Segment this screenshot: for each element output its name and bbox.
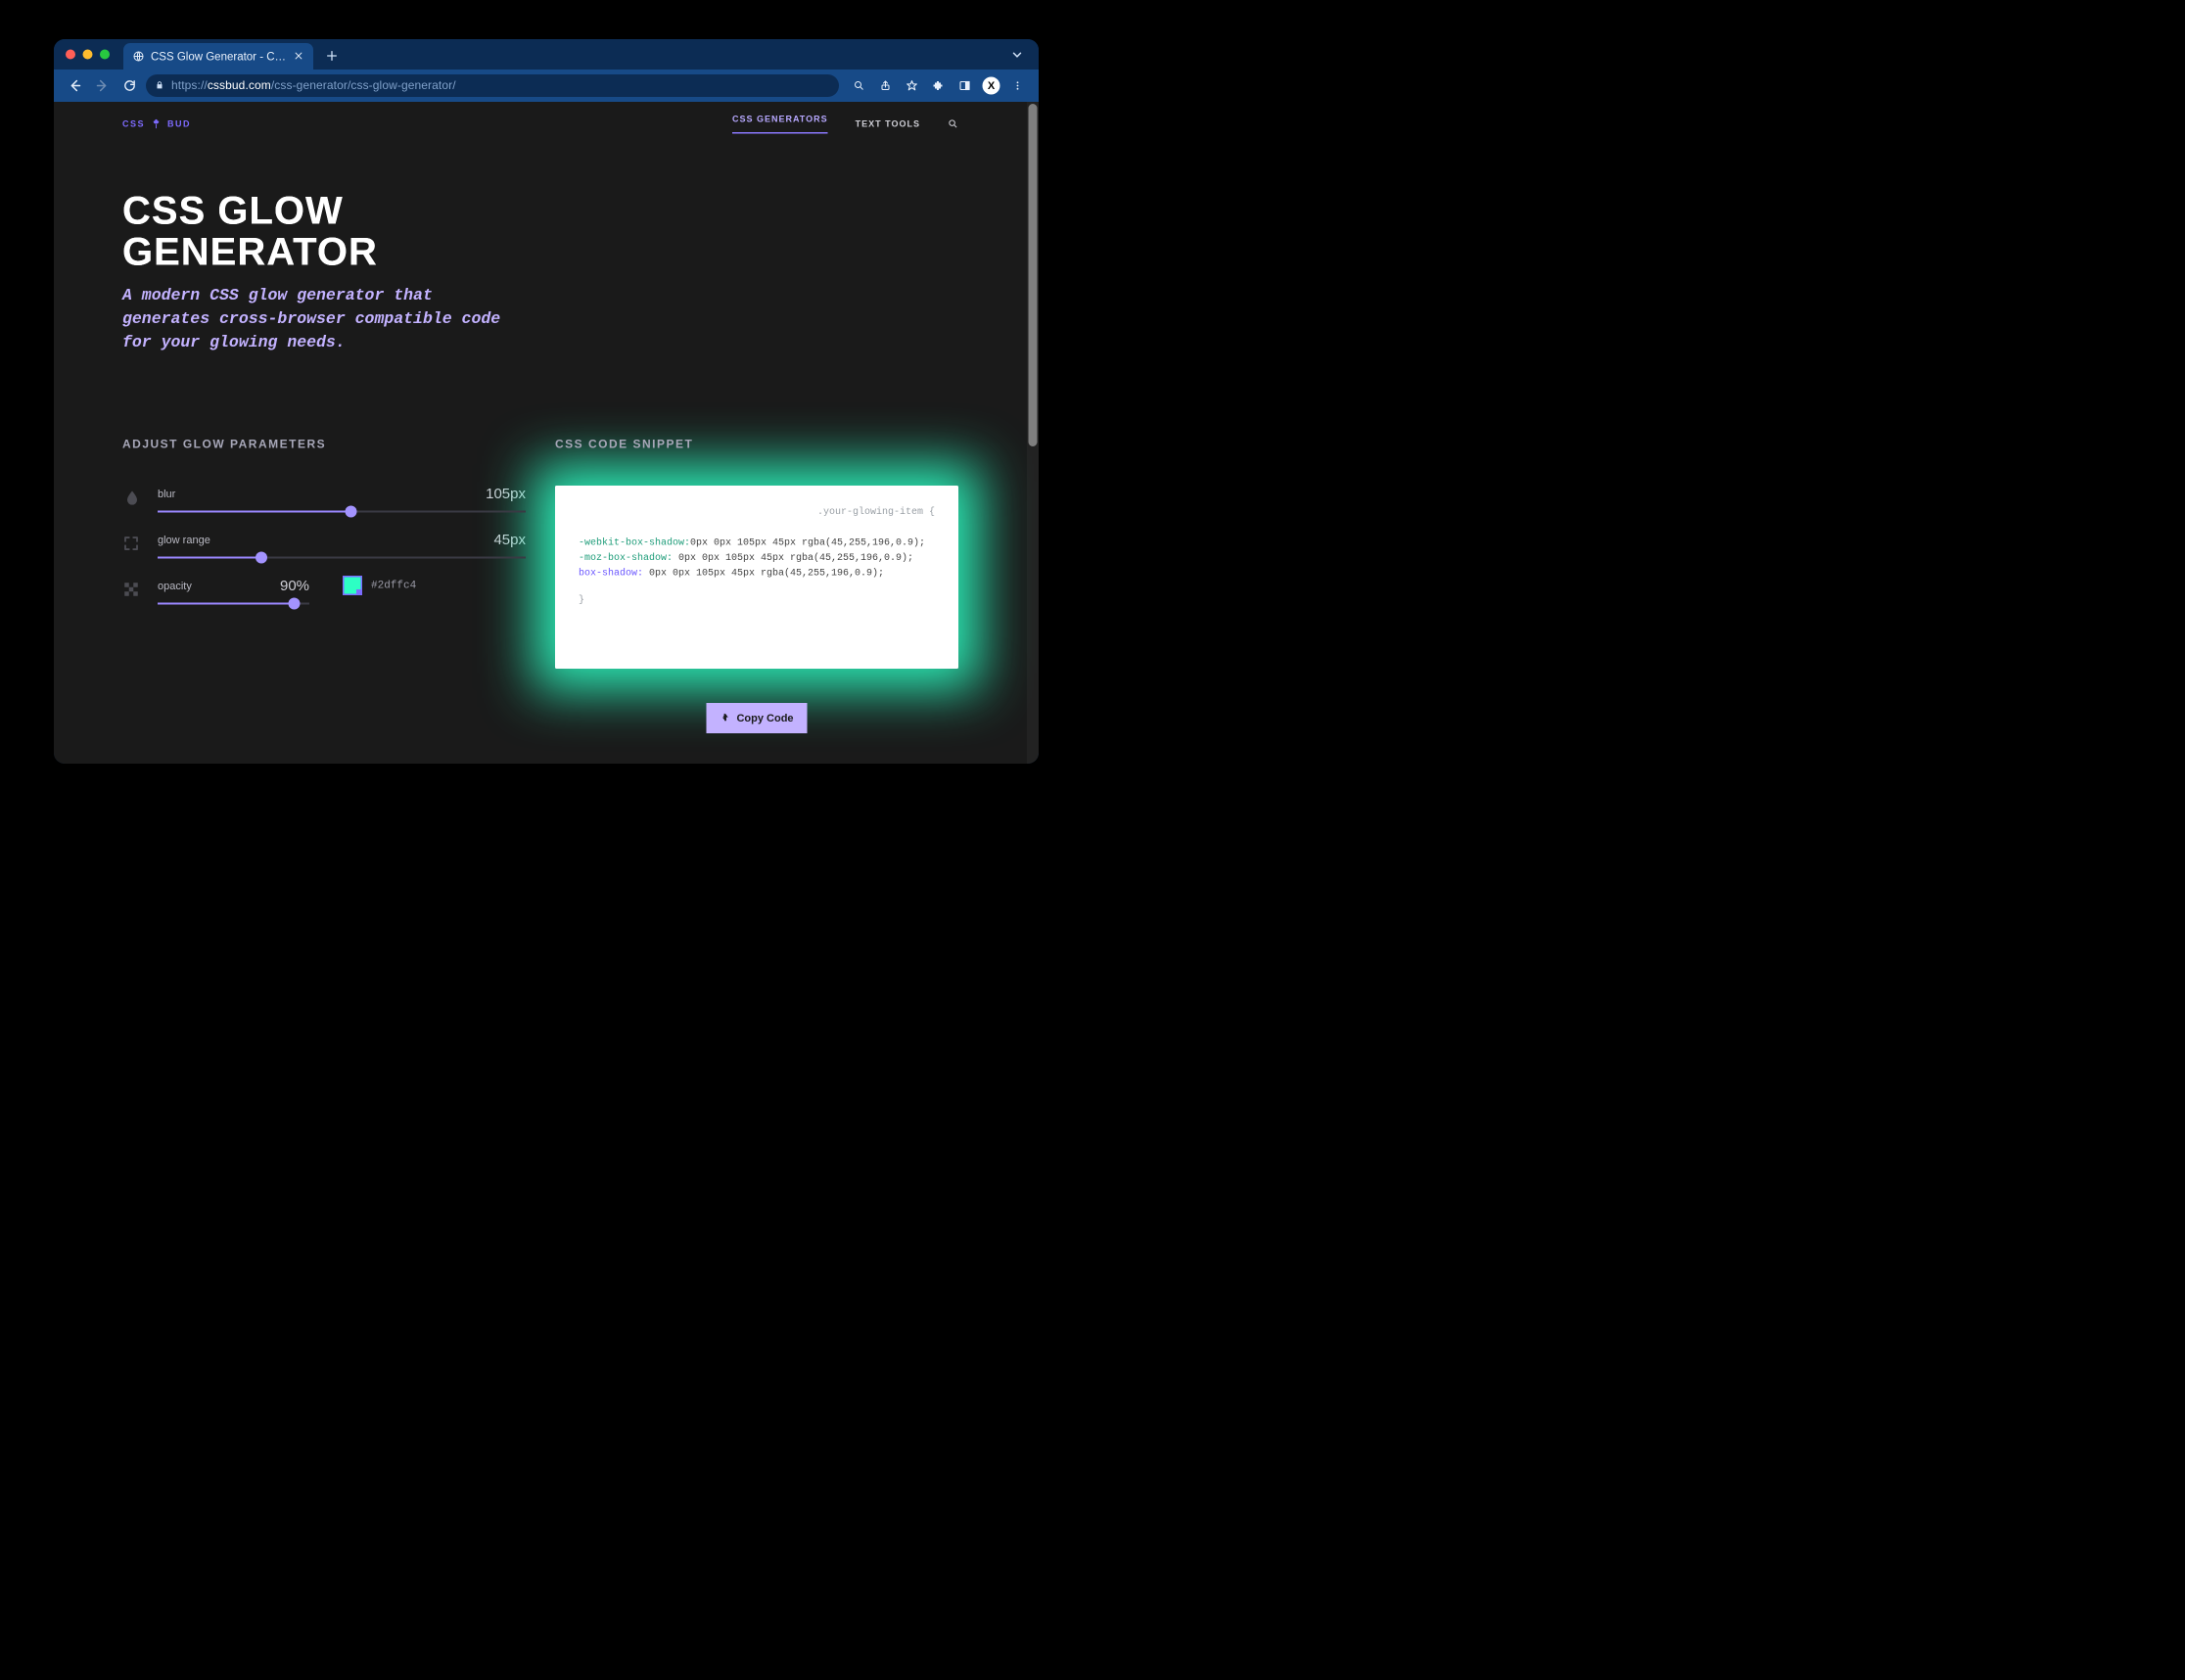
blur-label: blur [158,488,175,500]
window-minimize-button[interactable] [83,50,93,60]
site-header: CSS BUD CSS GENERATORS TEXT TOOLS [54,102,1027,146]
blur-value: 105px [486,486,526,502]
control-opacity: opacity 90% #2dffc4 [122,578,526,606]
profile-avatar[interactable]: X [980,74,1002,97]
range-label: glow range [158,534,210,546]
range-slider[interactable] [158,555,526,560]
page-title: CSS GLOW GENERATOR [122,190,958,272]
lock-icon [155,80,165,91]
hero: CSS GLOW GENERATOR A modern CSS glow gen… [54,146,1027,354]
primary-nav: CSS GENERATORS TEXT TOOLS [732,115,958,134]
tulip-icon [151,118,162,129]
copy-code-label: Copy Code [736,712,793,724]
bookmark-star-icon[interactable] [901,74,923,97]
opacity-slider[interactable] [158,601,309,606]
new-tab-button[interactable] [320,44,344,68]
code-close-brace: } [579,594,935,606]
browser-tab[interactable]: CSS Glow Generator - CSS Bud [123,43,313,70]
transparency-icon [122,581,144,602]
url-text: https://cssbud.com/css-generator/css-glo… [171,79,456,93]
page-subtitle: A modern CSS glow generator that generat… [122,284,504,354]
browser-window: CSS Glow Generator - CSS Bud [54,39,1039,764]
droplet-icon [122,489,144,510]
color-swatch[interactable] [343,576,362,595]
nav-css-generators[interactable]: CSS GENERATORS [732,115,828,134]
globe-icon [132,50,145,63]
controls-heading: ADJUST GLOW PARAMETERS [122,438,526,451]
window-controls [66,39,110,70]
color-hex: #2dffc4 [371,580,416,592]
extensions-icon[interactable] [927,74,950,97]
reload-button[interactable] [118,74,141,97]
control-blur: blur 105px [122,486,526,514]
controls-panel: ADJUST GLOW PARAMETERS blur 105px [122,438,526,733]
tab-close-icon[interactable] [294,51,304,62]
nav-text-tools[interactable]: TEXT TOOLS [856,118,920,129]
snippet-heading: CSS CODE SNIPPET [555,438,958,451]
tab-bar: CSS Glow Generator - CSS Bud [54,39,1039,70]
page-viewport: CSS BUD CSS GENERATORS TEXT TOOLS [54,102,1039,764]
snippet-panel: CSS CODE SNIPPET .your-glowing-item { -w… [555,438,958,733]
expand-tabs-icon[interactable] [1010,48,1025,63]
control-range: glow range 45px [122,532,526,560]
tab-title: CSS Glow Generator - CSS Bud [151,50,288,64]
site-search-icon[interactable] [948,118,958,129]
share-icon[interactable] [874,74,897,97]
browser-toolbar: https://cssbud.com/css-generator/css-glo… [54,70,1039,102]
expand-icon [122,535,144,556]
site-logo[interactable]: CSS BUD [122,118,191,129]
window-close-button[interactable] [66,50,75,60]
range-value: 45px [493,532,526,548]
blur-slider[interactable] [158,509,526,514]
page-zoom-icon[interactable] [848,74,870,97]
code-selector: .your-glowing-item { [579,506,935,518]
scrollbar-thumb[interactable] [1029,104,1038,446]
vertical-scrollbar[interactable] [1027,102,1039,764]
back-button[interactable] [64,74,86,97]
color-picker[interactable]: #2dffc4 [343,576,416,595]
kebab-menu-icon[interactable] [1006,74,1029,97]
logo-text-left: CSS [122,118,145,129]
pointer-icon [720,713,730,723]
code-box[interactable]: .your-glowing-item { -webkit-box-shadow:… [555,486,958,669]
forward-button[interactable] [91,74,114,97]
opacity-value: 90% [280,578,309,594]
window-zoom-button[interactable] [100,50,110,60]
side-panel-icon[interactable] [953,74,976,97]
address-bar[interactable]: https://cssbud.com/css-generator/css-glo… [146,74,839,97]
opacity-label: opacity [158,580,192,592]
logo-text-right: BUD [167,118,191,129]
copy-code-button[interactable]: Copy Code [706,703,807,733]
